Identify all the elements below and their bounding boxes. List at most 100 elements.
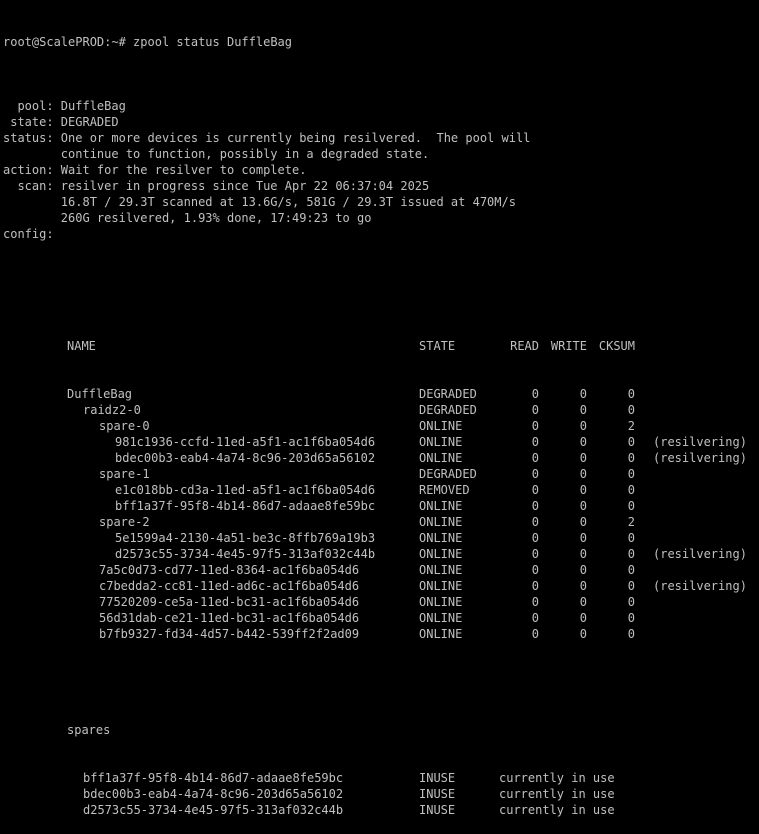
config-table-header: NAME STATE READ WRITE CKSUM (3, 338, 759, 354)
vdev-write-errors: 0 (579, 595, 587, 609)
vdev-state: ONLINE (419, 579, 463, 593)
spare-row: d2573c55-3734-4e45-97f5-313af032c44b INUS… (3, 802, 759, 818)
vdev-state: ONLINE (419, 627, 463, 641)
config-table: NAME STATE READ WRITE CKSUM DuffleBag DEGRADE… (3, 306, 759, 674)
vdev-note: (resilvering) (653, 547, 747, 561)
vdev-cksum-errors: 0 (627, 531, 635, 545)
column-header-state: STATE (419, 339, 456, 353)
vdev-note: (resilvering) (653, 451, 747, 465)
vdev-state: ONLINE (419, 531, 463, 545)
vdev-read-errors: 0 (531, 419, 539, 433)
header-line: config: (3, 227, 54, 241)
spare-name: bdec00b3-eab4-4a74-8c96-203d65a56102 (83, 787, 344, 801)
vdev-row: d2573c55-3734-4e45-97f5-313af032c44b ONLI… (3, 546, 759, 562)
vdev-cksum-errors: 0 (627, 467, 635, 481)
vdev-write-errors: 0 (579, 531, 587, 545)
vdev-cksum-errors: 0 (627, 451, 635, 465)
vdev-read-errors: 0 (531, 579, 539, 593)
vdev-cksum-errors: 0 (627, 563, 635, 577)
vdev-state: REMOVED (419, 483, 470, 497)
spare-state: INUSE (419, 803, 456, 817)
vdev-cksum-errors: 0 (627, 403, 635, 417)
command-line: root@ScalePROD:~# zpool status DuffleBag (3, 34, 759, 50)
vdev-write-errors: 0 (579, 451, 587, 465)
vdev-name: spare-0 (99, 419, 150, 433)
vdev-row: b7fb9327-fd34-4d57-b442-539ff2f2ad09 ONLI… (3, 626, 759, 642)
spare-note: currently in use (499, 771, 615, 785)
vdev-name: 981c1936-ccfd-11ed-a5f1-ac1f6ba054d6 (115, 435, 376, 449)
vdev-read-errors: 0 (531, 467, 539, 481)
vdev-row: 981c1936-ccfd-11ed-a5f1-ac1f6ba054d6 ONLI… (3, 434, 759, 450)
spares-label: spares (67, 723, 111, 737)
header-line (3, 242, 759, 258)
vdev-write-errors: 0 (579, 611, 587, 625)
header-line: action: Wait for the resilver to complet… (3, 163, 307, 177)
vdev-read-errors: 0 (531, 483, 539, 497)
vdev-name: 77520209-ce5a-11ed-bc31-ac1f6ba054d6 (99, 595, 360, 609)
spares-list: bff1a37f-95f8-4b14-86d7-adaae8fe59bc INUS… (3, 770, 759, 818)
vdev-row: 56d31dab-ce21-11ed-bc31-ac1f6ba054d6 ONLI… (3, 610, 759, 626)
spare-state: INUSE (419, 787, 456, 801)
vdev-name: 7a5c0d73-cd77-11ed-8364-ac1f6ba054d6 (99, 563, 360, 577)
vdev-name: b7fb9327-fd34-4d57-b442-539ff2f2ad09 (99, 627, 360, 641)
vdev-row: bdec00b3-eab4-4a74-8c96-203d65a56102 ONLI… (3, 450, 759, 466)
column-header-read: READ (510, 339, 539, 353)
spare-row: bff1a37f-95f8-4b14-86d7-adaae8fe59bc INUS… (3, 770, 759, 786)
vdev-read-errors: 0 (531, 499, 539, 513)
vdev-write-errors: 0 (579, 467, 587, 481)
vdev-cksum-errors: 0 (627, 595, 635, 609)
vdev-row: 5e1599a4-2130-4a51-be3c-8ffb769a19b3 ONLI… (3, 530, 759, 546)
vdev-state: ONLINE (419, 611, 463, 625)
column-header-write: WRITE (550, 339, 587, 353)
terminal-window[interactable]: root@ScalePROD:~# zpool status DuffleBag… (0, 0, 759, 817)
vdev-write-errors: 0 (579, 403, 587, 417)
vdev-row: spare-2 ONLINE 0 0 2 (3, 514, 759, 530)
vdev-row: DuffleBag DEGRADED 0 0 0 (3, 386, 759, 402)
header-line: state: DEGRADED (3, 115, 119, 129)
vdev-cksum-errors: 2 (627, 515, 635, 529)
vdev-row: raidz2-0 DEGRADED 0 0 0 (3, 402, 759, 418)
vdev-cksum-errors: 0 (627, 611, 635, 625)
vdev-name: e1c018bb-cd3a-11ed-a5f1-ac1f6ba054d6 (115, 483, 376, 497)
vdev-cksum-errors: 0 (627, 483, 635, 497)
vdev-row: 7a5c0d73-cd77-11ed-8364-ac1f6ba054d6 ONLI… (3, 562, 759, 578)
column-header-name: NAME (67, 339, 96, 353)
spare-note: currently in use (499, 787, 615, 801)
vdev-note: (resilvering) (653, 435, 747, 449)
vdev-write-errors: 0 (579, 387, 587, 401)
vdev-cksum-errors: 2 (627, 419, 635, 433)
spare-note: currently in use (499, 803, 615, 817)
shell-prompt: root@ScalePROD:~# (3, 35, 134, 49)
column-header-cksum: CKSUM (598, 339, 635, 353)
header-line: status: One or more devices is currently… (3, 131, 531, 145)
vdev-read-errors: 0 (531, 627, 539, 641)
vdev-read-errors: 0 (531, 611, 539, 625)
spare-row: bdec00b3-eab4-4a74-8c96-203d65a56102 INUS… (3, 786, 759, 802)
vdev-write-errors: 0 (579, 515, 587, 529)
vdev-read-errors: 0 (531, 515, 539, 529)
vdev-state: ONLINE (419, 451, 463, 465)
header-line: scan: resilver in progress since Tue Apr… (3, 179, 430, 193)
vdev-cksum-errors: 0 (627, 387, 635, 401)
vdev-row: c7bedda2-cc81-11ed-ad6c-ac1f6ba054d6 ONLI… (3, 578, 759, 594)
vdev-state: DEGRADED (419, 387, 477, 401)
vdev-read-errors: 0 (531, 435, 539, 449)
vdev-state: ONLINE (419, 419, 463, 433)
config-rows: DuffleBag DEGRADED 0 0 0 raidz2-0 DEGRADED 0 0 0 s… (3, 386, 759, 642)
vdev-state: ONLINE (419, 435, 463, 449)
header-line: 16.8T / 29.3T scanned at 13.6G/s, 581G /… (3, 195, 516, 209)
vdev-write-errors: 0 (579, 499, 587, 513)
vdev-name: bdec00b3-eab4-4a74-8c96-203d65a56102 (115, 451, 376, 465)
vdev-row: 77520209-ce5a-11ed-bc31-ac1f6ba054d6 ONLI… (3, 594, 759, 610)
vdev-read-errors: 0 (531, 595, 539, 609)
header-line: 260G resilvered, 1.93% done, 17:49:23 to… (3, 211, 372, 225)
vdev-write-errors: 0 (579, 627, 587, 641)
header-line: continue to function, possibly in a degr… (3, 147, 430, 161)
spares-heading: spares (3, 722, 759, 738)
vdev-name: c7bedda2-cc81-11ed-ad6c-ac1f6ba054d6 (99, 579, 360, 593)
vdev-row: spare-0 ONLINE 0 0 2 (3, 418, 759, 434)
command-text: zpool status DuffleBag (133, 35, 292, 49)
vdev-name: raidz2-0 (83, 403, 141, 417)
vdev-state: DEGRADED (419, 403, 477, 417)
vdev-write-errors: 0 (579, 579, 587, 593)
